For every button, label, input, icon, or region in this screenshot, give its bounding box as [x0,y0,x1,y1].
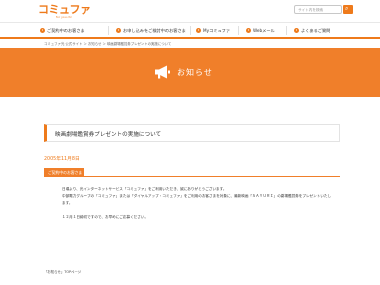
breadcrumb[interactable]: コミュファ光 公式サイト ＞ お知らせ ＞ 映画劇場鑑賞券プレゼントの実施につい… [44,41,171,46]
arrow-circle-icon [246,28,251,33]
page-banner: お知らせ [0,48,380,97]
nav-divider [238,26,239,35]
nav-divider [190,26,191,35]
nav-item-label: よくあるご質問 [301,27,331,33]
megaphone-icon [155,65,170,79]
audience-badge-label: ご契約中のお客さま [48,169,83,175]
nav-item-label: お申し込みをご検討中のお客さま [123,27,186,33]
nav-item-label: ご契約中のお客さま [47,27,85,33]
site-header: コミュファ for you ctc サイト内を検索 ⌕ [0,0,380,22]
arrow-circle-icon [40,28,45,33]
nav-item-faq[interactable]: よくあるご質問 [294,23,330,38]
logo-subtext: for you ctc [56,15,73,19]
nav-divider [108,26,109,35]
nav-item-webmail[interactable]: Webメール [246,23,275,38]
search-placeholder: サイト内を検索 [298,7,324,12]
global-nav: ご契約中のお客さま お申し込みをご検討中のお客さま Myコミュファ Webメール… [0,22,380,39]
page-title: お知らせ [177,68,213,77]
search-input[interactable]: サイト内を検索 [294,5,342,14]
arrow-circle-icon [196,28,201,33]
arrow-circle-icon [294,28,299,33]
site-logo[interactable]: コミュファ for you ctc [38,3,91,19]
article-paragraph: 中部電力グループの「コミュファ」または「ダイヤルアップ・コミュファ」をご利用のお… [62,194,332,205]
article-date: 2005年11月8日 [44,157,80,162]
divider [44,176,340,177]
nav-item-label: Webメール [253,27,275,33]
article-title: 映画劇場鑑賞券プレゼントの実施について [55,132,162,138]
audience-badge: ご契約中のお客さま [44,168,84,176]
article-paragraph: 日頃より、光インターネットサービス「コミュファ」をご利用いただき、誠にありがとう… [62,187,227,191]
arrow-circle-icon [116,28,121,33]
nav-item-prospective-customers[interactable]: お申し込みをご検討中のお客さま [116,23,186,38]
nav-item-current-customers[interactable]: ご契約中のお客さま [40,23,85,38]
article-title-box: 映画劇場鑑賞券プレゼントの実施について [44,124,340,142]
article-body: 日頃より、光インターネットサービス「コミュファ」をご利用いただき、誠にありがとう… [62,186,332,221]
news-top-link[interactable]: 「お知らせ」TOPページ [44,269,81,274]
nav-item-label: Myコミュファ [203,27,231,33]
article-paragraph: １２月１日締切ですので、お早めにご応募ください。 [62,215,149,219]
logo-text: コミュファ [38,3,91,16]
nav-item-my-commufa[interactable]: Myコミュファ [196,23,230,38]
search-button[interactable]: ⌕ [343,5,353,14]
search-icon: ⌕ [345,5,349,13]
nav-divider [286,26,287,35]
